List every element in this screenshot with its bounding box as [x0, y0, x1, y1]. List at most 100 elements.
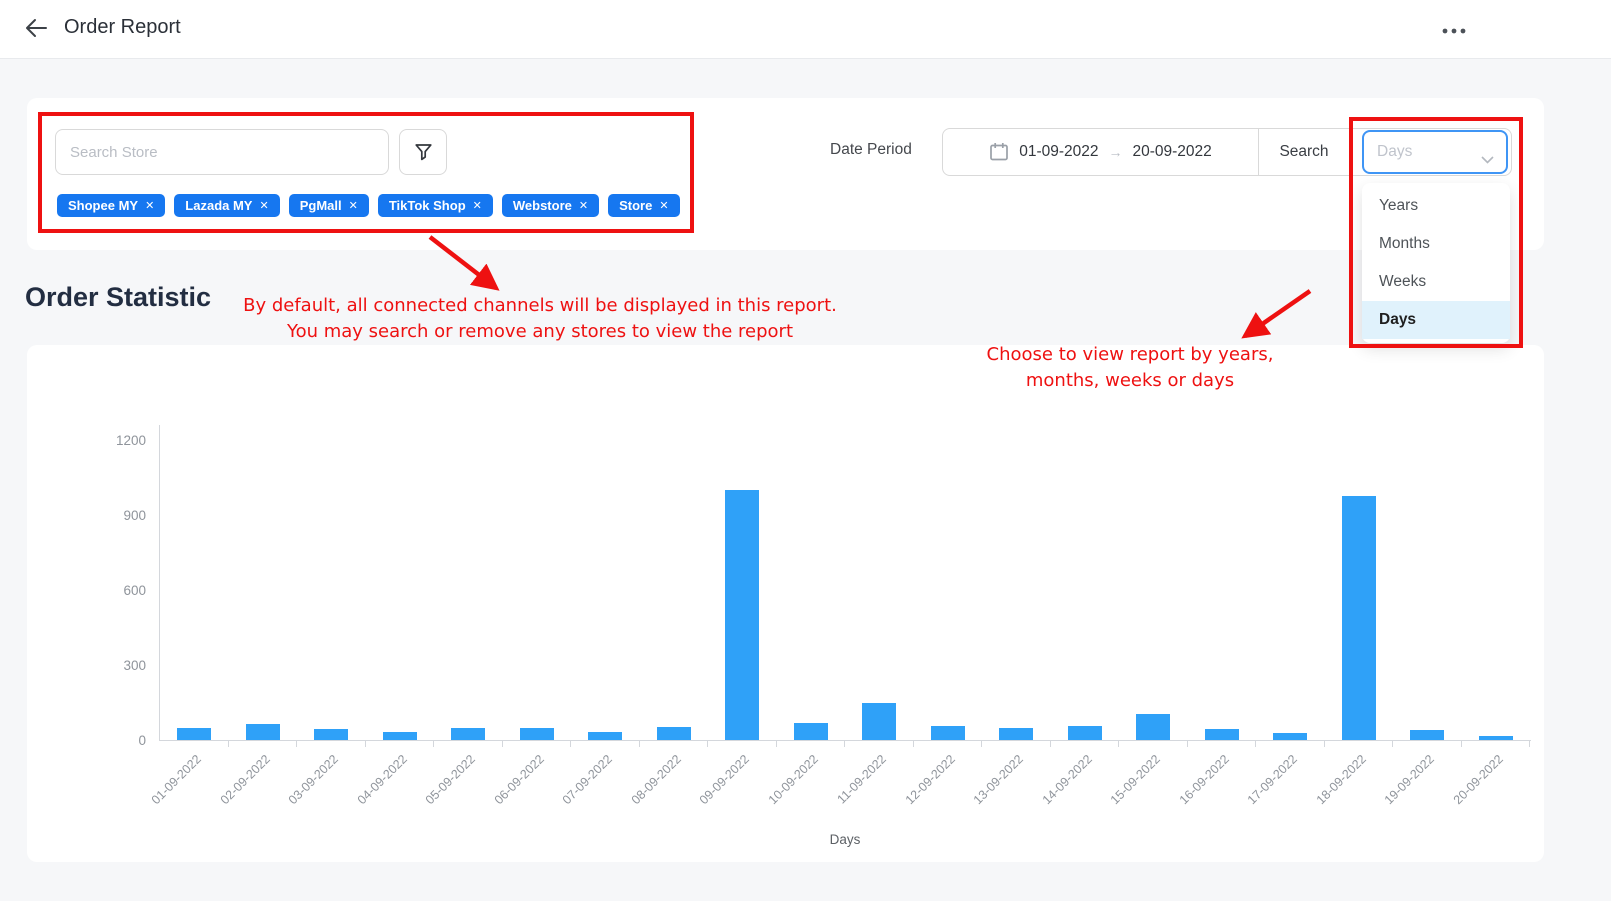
store-tags: Shopee MY ✕ Lazada MY ✕ PgMall ✕ TikTok Shop ✕ W…: [57, 194, 680, 217]
bar-band: [1256, 440, 1325, 740]
bar-band: [160, 440, 229, 740]
period-option-months[interactable]: Months: [1362, 225, 1510, 263]
chart-bar-06-09-2022: [519, 728, 554, 740]
bar-band: [229, 440, 298, 740]
filter-card: Shopee MY✕Lazada MY✕PgMall✕TikTok Shop✕W…: [27, 98, 1544, 250]
x-axis-tick: [707, 740, 708, 747]
tag-close-icon[interactable]: ✕: [473, 199, 482, 212]
filter-button[interactable]: [399, 129, 447, 175]
bar-band: [366, 440, 435, 740]
store-tag-label: Webstore: [512, 198, 572, 213]
order-report-page: Order Report Shopee MY ✕ Lazada MY ✕ PgMall ✕…: [0, 0, 1611, 901]
x-axis-tick: [433, 740, 434, 747]
x-axis-tick: [1118, 740, 1119, 747]
annotation-arrow-period: [1241, 289, 1312, 339]
date-period-label: Date Period: [830, 141, 912, 158]
store-tag[interactable]: Webstore ✕: [501, 194, 600, 217]
bar-band: [297, 440, 366, 740]
chart-bar-08-09-2022: [656, 726, 691, 740]
chart-bar-19-09-2022: [1410, 730, 1445, 740]
bar-band: [1462, 440, 1531, 740]
x-axis-tick: [1392, 740, 1393, 747]
section-title: Order Statistic: [25, 282, 212, 312]
chart-bar-07-09-2022: [588, 732, 623, 740]
chart-bar-16-09-2022: [1204, 728, 1239, 740]
chart-bar-02-09-2022: [245, 723, 280, 740]
chart-bar-03-09-2022: [314, 729, 349, 740]
bar-band: [1051, 440, 1120, 740]
store-tag-label: Shopee MY: [68, 198, 139, 213]
period-dropdown-panel: Years Months Weeks Days: [1362, 183, 1510, 343]
more-options-button[interactable]: [1434, 18, 1474, 42]
store-tag-label: Store: [619, 198, 653, 213]
x-axis-tick: [570, 740, 571, 747]
period-option-years[interactable]: Years: [1362, 187, 1510, 225]
chevron-down-icon: [1481, 151, 1494, 169]
chart-bar-04-09-2022: [382, 731, 417, 740]
chart-bar-11-09-2022: [862, 702, 897, 740]
date-search-period-group: 01-09-2022 → 20-09-2022 Search Days: [942, 128, 1512, 176]
chart-bar-14-09-2022: [1067, 726, 1102, 740]
period-select[interactable]: Days: [1362, 130, 1508, 174]
chart-bar-12-09-2022: [930, 726, 965, 740]
search-store-input[interactable]: [55, 129, 389, 175]
chart-bar-01-09-2022: [177, 728, 212, 740]
bar-band: [434, 440, 503, 740]
x-axis-tick: [1529, 740, 1530, 747]
bar-band: [1325, 440, 1394, 740]
chart-bar-10-09-2022: [793, 723, 828, 740]
store-tag[interactable]: Store ✕: [608, 194, 680, 217]
funnel-icon: [414, 143, 432, 160]
tag-close-icon[interactable]: ✕: [259, 199, 268, 212]
x-axis-tick: [364, 740, 366, 747]
x-axis-tick: [912, 740, 914, 747]
store-tag[interactable]: Shopee MY ✕: [57, 194, 166, 217]
search-button[interactable]: Search: [1258, 129, 1349, 175]
tag-close-icon[interactable]: ✕: [145, 199, 154, 212]
bar-band: [1119, 440, 1188, 740]
period-select-value: Days: [1377, 143, 1413, 160]
y-tick-label: 0: [138, 733, 146, 748]
x-axis-tick: [1460, 740, 1462, 747]
chart-bar-05-09-2022: [451, 727, 486, 740]
period-option-days[interactable]: Days: [1362, 301, 1510, 339]
back-button[interactable]: [24, 17, 50, 41]
date-to-value: 20-09-2022: [1132, 143, 1212, 160]
x-axis-tick: [775, 740, 777, 747]
x-axis-title: Days: [829, 832, 861, 847]
date-from-value: 01-09-2022: [1019, 143, 1099, 160]
x-axis-tick: [1186, 740, 1188, 747]
calendar-icon: [990, 143, 1009, 161]
tag-close-icon[interactable]: ✕: [349, 199, 358, 212]
store-tag[interactable]: PgMall ✕: [288, 194, 369, 217]
bar-band: [845, 440, 914, 740]
chart-bar-13-09-2022: [999, 728, 1034, 740]
store-tag[interactable]: TikTok Shop ✕: [377, 194, 493, 217]
x-axis-tick: [844, 740, 845, 747]
y-tick-label: 300: [123, 658, 146, 673]
tag-close-icon[interactable]: ✕: [659, 199, 668, 212]
store-tag[interactable]: Lazada MY ✕: [174, 194, 280, 217]
store-tag-label: Lazada MY: [185, 198, 253, 213]
date-range-field[interactable]: 01-09-2022 → 20-09-2022: [943, 129, 1258, 175]
x-axis-tick: [1049, 740, 1051, 747]
bar-band: [914, 440, 983, 740]
bar-band: [640, 440, 709, 740]
page-title: Order Report: [64, 16, 181, 38]
tag-close-icon[interactable]: ✕: [579, 199, 588, 212]
bar-band: [571, 440, 640, 740]
period-option-weeks[interactable]: Weeks: [1362, 263, 1510, 301]
period-cell: Days: [1349, 129, 1511, 175]
annotation-note-period: Choose to view report by years, months, …: [986, 344, 1274, 391]
bar-band: [1188, 440, 1257, 740]
store-tag-label: TikTok Shop: [388, 198, 466, 213]
x-axis-tick: [638, 740, 640, 747]
order-statistic-chart: 01-09-2022 02-09-2022 03-09-2022 04-09-2022…: [116, 425, 1531, 847]
y-tick-label: 600: [123, 583, 146, 598]
chart-bar-17-09-2022: [1273, 732, 1308, 740]
store-tag-label: PgMall: [299, 198, 342, 213]
bar-band: [777, 440, 846, 740]
y-tick-label: 1200: [115, 433, 146, 448]
x-axis-tick: [227, 740, 229, 747]
bar-band: [1393, 440, 1462, 740]
